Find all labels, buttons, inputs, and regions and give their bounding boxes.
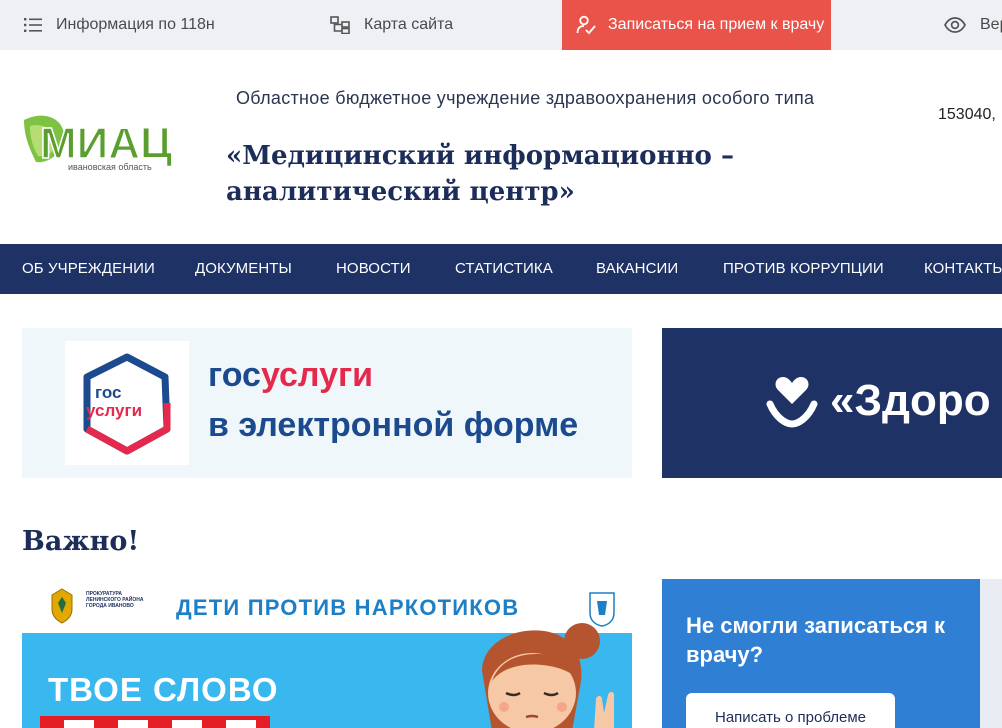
miac-logo[interactable]: МИАЦ ивановская область xyxy=(22,112,198,172)
nav-item-anticorruption[interactable]: ПРОТИВ КОРРУПЦИИ xyxy=(723,244,884,294)
vision-impaired-label: Вер xyxy=(980,16,1002,33)
org-name: «Медицинский информационно – аналитическ… xyxy=(226,141,734,207)
gosuslugi-title-red: услуги xyxy=(260,356,374,394)
info-118n-label: Информация по 118н xyxy=(56,16,215,33)
zdorovie-banner[interactable]: «Здоро xyxy=(662,328,1002,478)
logo-subtitle: ивановская область xyxy=(68,162,152,172)
report-problem-button[interactable]: Написать о проблеме xyxy=(686,693,895,728)
poster-title: ДЕТИ ПРОТИВ НАРКОТИКОВ xyxy=(176,595,520,620)
appointment-problem-title: Не смогли записаться к врачу? xyxy=(686,613,946,667)
gosuslugi-title: госуслуги xyxy=(208,356,373,395)
info-118n-link[interactable]: Информация по 118н xyxy=(24,0,215,50)
top-bar: Информация по 118н Карта сайта Записатьс… xyxy=(0,0,1002,50)
sitemap-label: Карта сайта xyxy=(364,16,454,33)
sitemap-icon xyxy=(330,16,350,34)
nav-item-about[interactable]: ОБ УЧРЕЖДЕНИИ xyxy=(22,244,155,294)
org-type: Областное бюджетное учреждение здравоохр… xyxy=(236,88,815,108)
doctor-appointment-label: Записаться на прием к врачу xyxy=(608,16,825,33)
vision-impaired-link[interactable]: Вер xyxy=(944,0,1002,50)
poster-org-text: ПРОКУРАТУРА ЛЕНИНСКОГО РАЙОНА ГОРОДА ИВА… xyxy=(86,591,144,609)
gosuslugi-banner[interactable]: гос услуги госуслуги в электронной форме xyxy=(22,328,632,478)
prosecutor-emblem-icon xyxy=(51,588,73,624)
anti-drugs-poster[interactable]: ПРОКУРАТУРА ЛЕНИНСКОГО РАЙОНА ГОРОДА ИВА… xyxy=(22,579,632,728)
appointment-problem-card: Не смогли записаться к врачу? Написать о… xyxy=(662,579,980,728)
user-check-icon xyxy=(576,15,596,35)
right-edge-strip xyxy=(980,579,1002,728)
gosuslugi-logo-line1: гос xyxy=(95,383,122,402)
girl-illustration xyxy=(482,623,614,728)
gosuslugi-subtitle: в электронной форме xyxy=(208,406,579,444)
poster-red-banner xyxy=(40,716,270,728)
main-navigation: ОБ УЧРЕЖДЕНИИ ДОКУМЕНТЫ НОВОСТИ СТАТИСТИ… xyxy=(0,244,1002,294)
gosuslugi-title-blue: гос xyxy=(208,356,261,394)
heart-hand-icon xyxy=(766,377,818,428)
nav-item-documents[interactable]: ДОКУМЕНТЫ xyxy=(195,244,292,294)
gosuslugi-logo-line2: услуги xyxy=(86,401,143,420)
sitemap-link[interactable]: Карта сайта xyxy=(330,0,453,50)
logo-letter-m: МИАЦ xyxy=(40,119,172,168)
nav-item-statistics[interactable]: СТАТИСТИКА xyxy=(455,244,553,294)
list-icon xyxy=(24,18,42,32)
gosuslugi-logo: гос услуги xyxy=(65,341,189,465)
nav-item-contacts[interactable]: КОНТАКТЫ xyxy=(924,244,1002,294)
nav-item-news[interactable]: НОВОСТИ xyxy=(336,244,411,294)
eye-icon xyxy=(944,17,966,33)
poster-slogan: ТВОЕ СЛОВО xyxy=(48,671,279,708)
doctor-appointment-button[interactable]: Записаться на прием к врачу xyxy=(562,0,831,50)
important-heading: Важно! xyxy=(22,526,140,557)
address-text: 153040, xyxy=(938,106,996,123)
zdorovie-text: «Здоро xyxy=(830,376,991,425)
nav-item-vacancies[interactable]: ВАКАНСИИ xyxy=(596,244,678,294)
